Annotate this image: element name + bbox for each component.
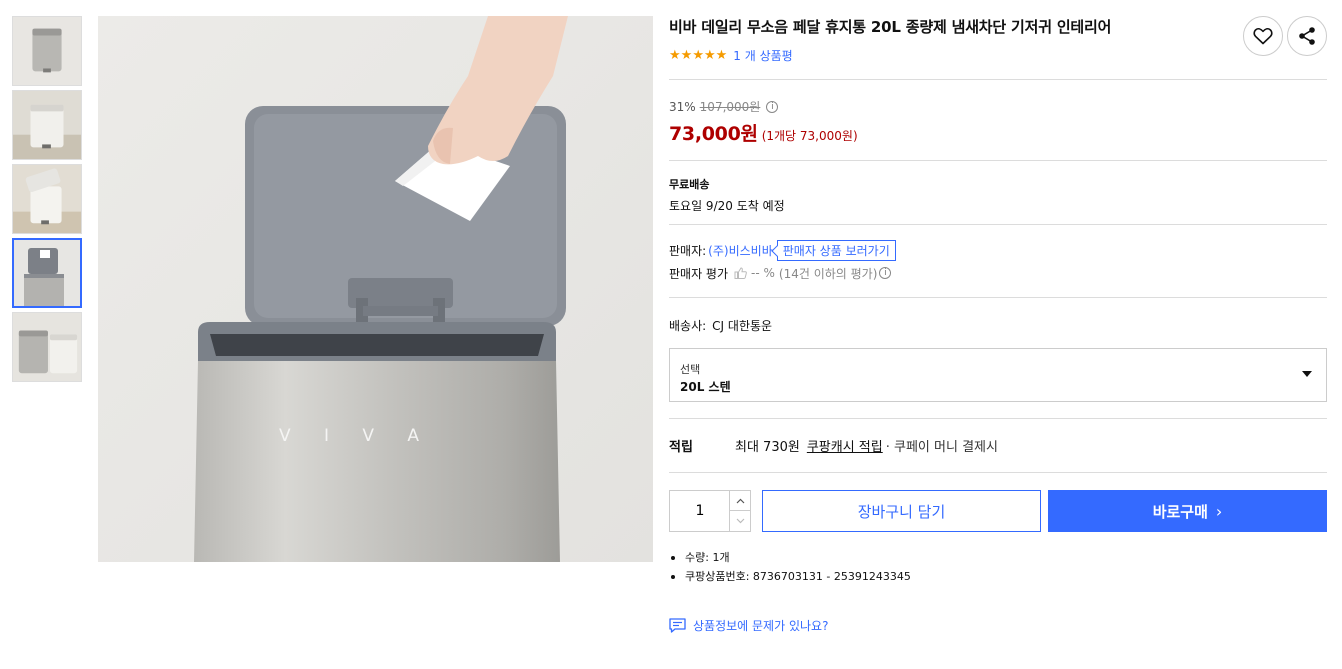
add-to-cart-button[interactable]: 장바구니 담기: [762, 490, 1041, 532]
list-item: 쿠팡상품번호: 8736703131 - 25391243345: [669, 568, 911, 587]
courier-label: 배송사:: [669, 319, 707, 333]
reward-amount: 최대 730원: [735, 440, 800, 455]
thumbnail-4[interactable]: [12, 238, 82, 308]
product-info-panel: 비바 데일리 무소음 페달 휴지통 20L 종량제 냄새차단 기저귀 인테리어 …: [669, 16, 1327, 633]
thumbnail-5[interactable]: [12, 312, 82, 382]
buy-now-button[interactable]: 바로구매 ›: [1048, 490, 1327, 532]
courier-row: 배송사: CJ 대한통운: [669, 317, 772, 334]
thumbnail-image-1: [13, 17, 81, 85]
share-icon: [1299, 27, 1315, 45]
report-problem-link[interactable]: 상품정보에 문제가 있나요?: [669, 617, 828, 634]
divider: [669, 297, 1327, 298]
star-icon: ★: [703, 47, 716, 63]
courier-name: CJ 대한통운: [712, 319, 773, 333]
option-select[interactable]: 선택 20L 스텐: [669, 348, 1327, 402]
list-item: 수량: 1개: [669, 549, 911, 568]
chat-icon: [669, 618, 686, 633]
option-label: 선택: [680, 363, 701, 376]
divider: [669, 418, 1327, 419]
thumbnail-image-3: [13, 165, 81, 233]
quantity-increase-button[interactable]: [729, 491, 750, 511]
original-price: 107,000원: [699, 100, 761, 114]
star-icon: ★: [692, 47, 704, 63]
main-product-image: V I V A: [98, 16, 653, 562]
share-button[interactable]: [1287, 16, 1327, 56]
heart-icon: [1253, 27, 1273, 45]
brand-logo-text: V I V A: [279, 426, 433, 446]
coupang-cash-link[interactable]: 쿠팡캐시 적립: [807, 436, 883, 455]
report-link-label: 상품정보에 문제가 있나요?: [693, 619, 829, 633]
sale-price-row: 73,000원 (1개당 73,000원): [669, 119, 858, 146]
product-title: 비바 데일리 무소음 페달 휴지통 20L 종량제 냄새차단 기저귀 인테리어: [669, 18, 1112, 36]
seller-rating-note: (14건 이하의 평가): [778, 266, 878, 281]
shipping-block: 무료배송 토요일 9/20 도착 예정: [669, 176, 785, 214]
thumbnail-2[interactable]: [12, 90, 82, 160]
review-count-link[interactable]: 1 개 상품평: [733, 47, 792, 64]
discount-rate: 31%: [669, 99, 696, 114]
wishlist-button[interactable]: [1243, 16, 1283, 56]
buy-now-label: 바로구매: [1152, 502, 1208, 521]
seller-rating-value: -- %: [751, 266, 775, 280]
rating-row: ★ ★ ★ ★ ★ 1 개 상품평: [669, 47, 1327, 63]
seller-rating-label: 판매자 평가: [669, 266, 729, 281]
chevron-right-icon: ›: [1215, 501, 1223, 521]
quantity-stepper: [669, 490, 751, 532]
divider: [669, 160, 1327, 161]
thumbnail-image-5: [13, 313, 81, 381]
info-icon[interactable]: i: [879, 267, 892, 279]
divider: [669, 224, 1327, 225]
divider: [669, 79, 1327, 80]
chevron-down-icon: [736, 518, 744, 524]
price-block: 31% 107,000원 i 73,000원 (1개당 73,000원): [669, 98, 858, 146]
star-icon: ★: [669, 47, 681, 63]
thumbs-up-icon: [734, 267, 747, 279]
thumbnail-list: [12, 16, 82, 386]
seller-row: 판매자: (주)비스비바 판매자 상품 보러가기: [669, 239, 896, 261]
chevron-up-icon: [736, 498, 744, 503]
discount-row: 31% 107,000원 i: [669, 98, 858, 115]
thumbnail-3[interactable]: [12, 164, 82, 234]
free-shipping-label: 무료배송: [669, 178, 710, 191]
seller-products-link[interactable]: 판매자 상품 보러가기: [776, 239, 896, 261]
seller-name[interactable]: (주)비스비바: [708, 242, 773, 259]
trash-can-photo: V I V A: [98, 16, 653, 562]
seller-label: 판매자:: [669, 243, 707, 258]
thumbnail-1[interactable]: [12, 16, 82, 86]
quantity-decrease-button[interactable]: [729, 511, 750, 531]
reward-label: 적립: [669, 440, 693, 455]
quantity-input[interactable]: [670, 491, 730, 531]
arrival-date: 토요일 9/20 도착 예정: [669, 199, 785, 213]
star-icon: ★: [715, 47, 728, 63]
divider: [669, 472, 1327, 473]
sale-price: 73,000원: [669, 123, 758, 145]
info-icon[interactable]: i: [766, 100, 779, 113]
unit-price: (1개당 73,000원): [761, 129, 858, 143]
seller-block: 판매자: (주)비스비바 판매자 상품 보러가기 판매자 평가 -- % (14…: [669, 239, 896, 282]
caret-down-icon: [1302, 371, 1312, 377]
reward-row: 적립 최대 730원 쿠팡캐시 적립 · 쿠페이 머니 결제시: [669, 436, 998, 455]
reward-condition: · 쿠페이 머니 결제시: [885, 440, 998, 455]
star-rating: ★ ★ ★ ★ ★: [669, 49, 727, 62]
option-value: 20L 스텐: [680, 380, 731, 394]
thumbnail-image-4: [14, 240, 80, 306]
star-icon: ★: [680, 47, 693, 63]
seller-rating-row: 판매자 평가 -- % (14건 이하의 평가) i: [669, 264, 896, 282]
product-meta-list: 수량: 1개 쿠팡상품번호: 8736703131 - 25391243345: [669, 549, 911, 587]
thumbnail-image-2: [13, 91, 81, 159]
